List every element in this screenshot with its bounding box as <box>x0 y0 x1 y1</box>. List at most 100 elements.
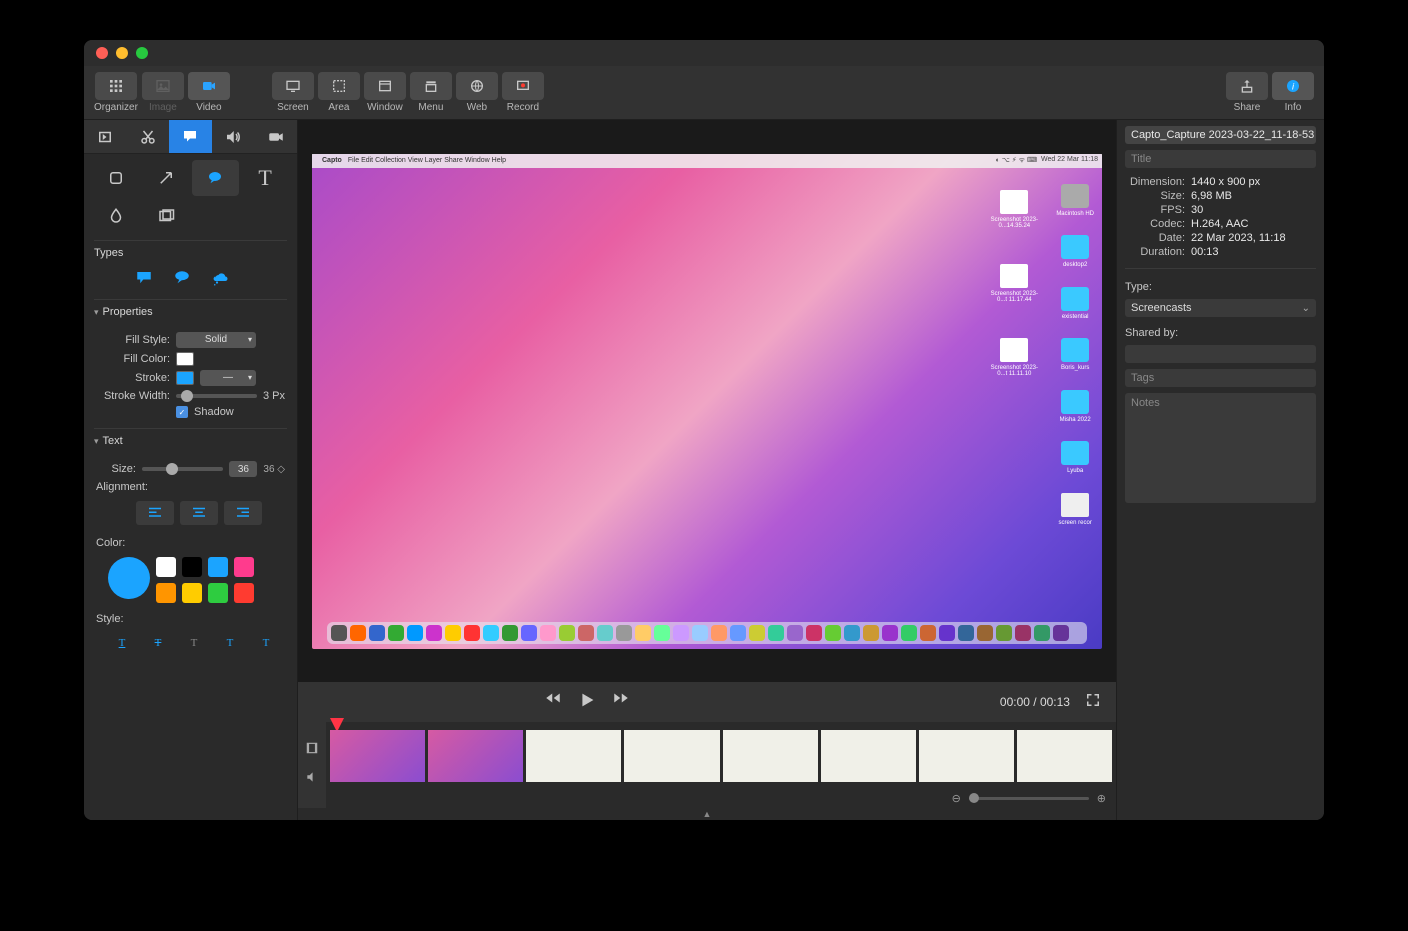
left-sidebar: T Types Properties Fill Style:Solid Fill… <box>84 120 298 820</box>
color-white[interactable] <box>156 557 176 577</box>
timeline-thumbnail[interactable] <box>624 730 719 782</box>
callout-type-cloud[interactable] <box>206 267 234 289</box>
style-underline[interactable]: T <box>108 633 136 653</box>
fill-style-select[interactable]: Solid <box>176 332 256 348</box>
style-outline[interactable]: T <box>252 633 280 653</box>
window-controls <box>96 47 148 59</box>
tab-trim[interactable] <box>84 120 127 153</box>
style-strike[interactable]: T <box>144 633 172 653</box>
video-preview[interactable]: Capto File Edit Collection View Layer Sh… <box>298 120 1116 682</box>
info-panel: Capto_Capture 2023-03-22_11-18-53 Title … <box>1116 120 1324 820</box>
timeline-zoom: ⊖ ⊕ <box>952 792 1106 805</box>
tb-web[interactable]: Web <box>456 72 498 113</box>
expand-handle[interactable]: ▲ <box>298 808 1116 820</box>
audio-track-icon[interactable] <box>305 770 319 789</box>
tool-shape[interactable] <box>92 160 140 196</box>
stroke-width-slider[interactable] <box>176 394 257 398</box>
align-right-button[interactable] <box>224 501 262 525</box>
minimize-icon[interactable] <box>116 47 128 59</box>
zoom-in-icon[interactable]: ⊕ <box>1097 792 1106 805</box>
color-green[interactable] <box>208 583 228 603</box>
video-track-icon[interactable] <box>305 741 319 760</box>
color-orange[interactable] <box>156 583 176 603</box>
filename-field[interactable]: Capto_Capture 2023-03-22_11-18-53 <box>1125 126 1316 144</box>
stroke-style-select[interactable]: — <box>200 370 256 386</box>
playback-time: 00:00 / 00:13 <box>1000 695 1070 709</box>
timeline-thumbnail[interactable] <box>330 730 425 782</box>
timeline-thumbnail[interactable] <box>526 730 621 782</box>
tool-text[interactable]: T <box>241 160 289 196</box>
properties-label[interactable]: Properties <box>84 300 297 322</box>
preview-dock <box>327 622 1087 644</box>
zoom-out-icon[interactable]: ⊖ <box>952 792 961 805</box>
style-regular[interactable]: T <box>216 633 244 653</box>
text-section-label[interactable]: Text <box>84 429 297 451</box>
body: T Types Properties Fill Style:Solid Fill… <box>84 120 1324 820</box>
type-select[interactable]: Screencasts <box>1125 299 1316 317</box>
types-label: Types <box>84 241 297 263</box>
preview-frame: Capto File Edit Collection View Layer Sh… <box>312 154 1102 649</box>
text-size-stepper[interactable]: 36 ◇ <box>263 464 285 475</box>
tb-info[interactable]: i Info <box>1272 72 1314 113</box>
fullscreen-button[interactable] <box>1084 691 1102 714</box>
tab-camera[interactable] <box>254 120 297 153</box>
shared-by-field[interactable] <box>1125 345 1316 363</box>
tb-record[interactable]: Record <box>502 72 544 113</box>
tab-audio[interactable] <box>212 120 255 153</box>
playback-bar: 00:00 / 00:13 <box>298 682 1116 722</box>
stroke-color-swatch[interactable] <box>176 371 194 385</box>
tb-area[interactable]: Area <box>318 72 360 113</box>
tb-screen[interactable]: Screen <box>272 72 314 113</box>
tab-annotate[interactable] <box>169 120 212 153</box>
edit-mode-tabs <box>84 120 297 154</box>
timeline-thumbnail[interactable] <box>919 730 1014 782</box>
text-size-slider[interactable] <box>142 467 223 471</box>
zoom-icon[interactable] <box>136 47 148 59</box>
align-left-button[interactable] <box>136 501 174 525</box>
text-color-palette <box>96 553 276 607</box>
text-size-value: 36 <box>229 461 257 477</box>
tool-image[interactable] <box>142 198 190 234</box>
main-toolbar: Organizer Image Video Screen Area <box>84 66 1324 120</box>
forward-button[interactable] <box>612 689 630 716</box>
callout-types <box>84 263 297 299</box>
callout-type-square[interactable] <box>130 267 158 289</box>
play-button[interactable] <box>576 689 598 716</box>
align-center-button[interactable] <box>180 501 218 525</box>
tags-field[interactable]: Tags <box>1125 369 1316 387</box>
tb-share[interactable]: Share <box>1226 72 1268 113</box>
color-pink[interactable] <box>234 557 254 577</box>
tb-organizer[interactable]: Organizer <box>94 72 138 113</box>
timeline-thumbnail[interactable] <box>821 730 916 782</box>
tool-callout[interactable] <box>192 160 240 196</box>
timeline-thumbnail[interactable] <box>723 730 818 782</box>
tool-blur[interactable] <box>92 198 140 234</box>
titlebar <box>84 40 1324 66</box>
notes-field[interactable]: Notes <box>1125 393 1316 503</box>
zoom-slider[interactable] <box>969 797 1089 800</box>
rewind-button[interactable] <box>544 689 562 716</box>
close-icon[interactable] <box>96 47 108 59</box>
tb-image: Image <box>142 72 184 113</box>
tb-menu[interactable]: Menu <box>410 72 452 113</box>
tb-video[interactable]: Video <box>188 72 230 113</box>
preview-desktop-icons: Screenshot 2023-0...14.35.24Screenshot 2… <box>990 184 1094 527</box>
tb-window[interactable]: Window <box>364 72 406 113</box>
preview-menubar: Capto File Edit Collection View Layer Sh… <box>312 154 1102 168</box>
fill-color-swatch[interactable] <box>176 352 194 366</box>
style-plain[interactable]: T <box>180 633 208 653</box>
color-black[interactable] <box>182 557 202 577</box>
timeline-thumbnail[interactable] <box>428 730 523 782</box>
callout-type-oval[interactable] <box>168 267 196 289</box>
shadow-checkbox[interactable]: ✓ <box>176 406 188 418</box>
timeline-thumbnail[interactable] <box>1017 730 1112 782</box>
color-yellow[interactable] <box>182 583 202 603</box>
title-field[interactable]: Title <box>1125 150 1316 168</box>
color-blue[interactable] <box>208 557 228 577</box>
timeline-track[interactable]: ⊖ ⊕ <box>326 722 1116 808</box>
color-current[interactable] <box>108 557 150 599</box>
tab-cut[interactable] <box>127 120 170 153</box>
timeline: ⊖ ⊕ <box>298 722 1116 808</box>
color-red[interactable] <box>234 583 254 603</box>
tool-arrow[interactable] <box>142 160 190 196</box>
